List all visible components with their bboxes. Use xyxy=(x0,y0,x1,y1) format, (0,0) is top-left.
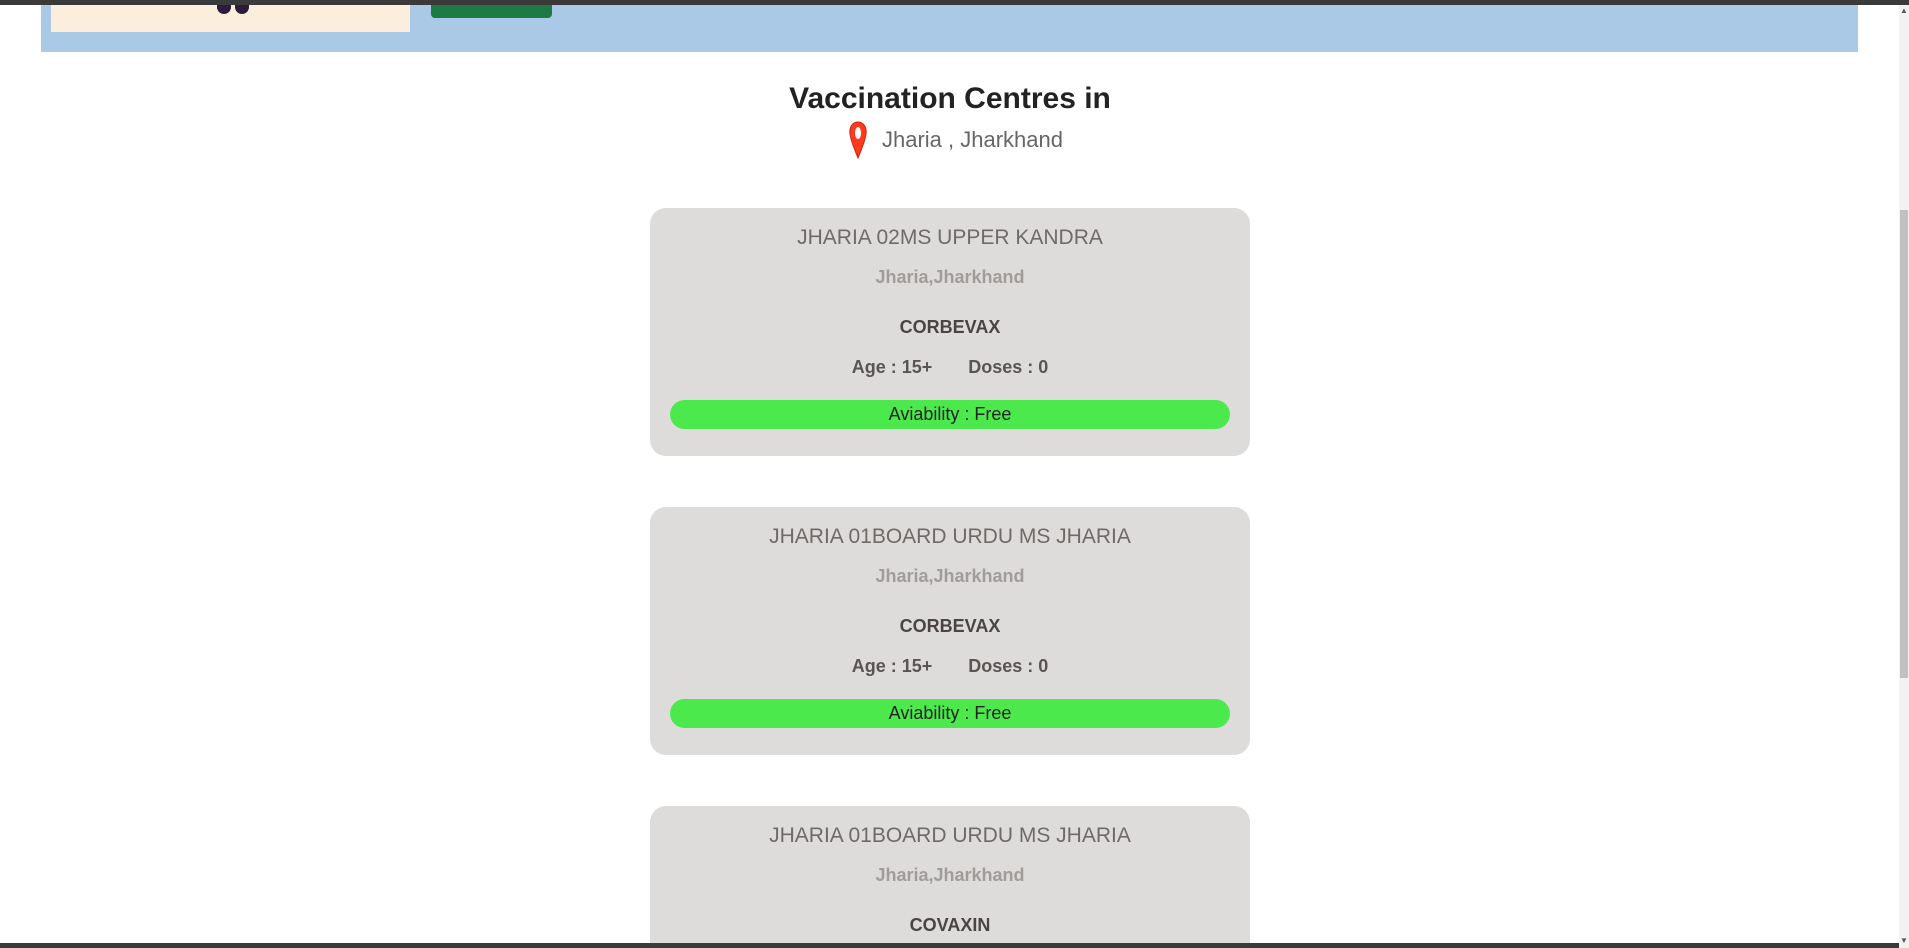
age-limit: Age : 15+ xyxy=(851,357,933,377)
centre-meta: Age : 15+ Doses : 0 xyxy=(650,654,1250,678)
scroll-down-arrow-icon[interactable]: ▼ xyxy=(1899,936,1909,946)
centre-card: JHARIA 02MS UPPER KANDRA Jharia,Jharkhan… xyxy=(650,208,1250,456)
decoration-icon xyxy=(217,5,231,14)
vaccine-name: COVAXIN xyxy=(909,915,991,935)
centre-name: JHARIA 01BOARD URDU MS JHARIA xyxy=(769,525,1131,548)
dose-count: Doses : 0 xyxy=(968,357,1049,377)
decoration-icon xyxy=(235,5,249,14)
centre-meta: Age : 15+ Doses : 0 xyxy=(650,355,1250,379)
header-search-card xyxy=(51,5,410,32)
centre-name: JHARIA 02MS UPPER KANDRA xyxy=(797,226,1103,249)
vaccine-name: CORBEVAX xyxy=(899,317,1001,337)
location-text: Jharia , Jharkhand xyxy=(882,127,1063,152)
availability-badge[interactable]: Aviability : Free xyxy=(670,699,1230,728)
centre-address: Jharia,Jharkhand xyxy=(875,267,1025,287)
vaccine-name: CORBEVAX xyxy=(899,616,1001,636)
centre-name: JHARIA 01BOARD URDU MS JHARIA xyxy=(769,824,1131,847)
page-title: Vaccination Centres in xyxy=(789,82,1111,115)
age-limit: Age : 15+ xyxy=(851,656,933,676)
header-banner xyxy=(41,5,1858,52)
dose-count: Doses : 0 xyxy=(968,656,1049,676)
availability-badge[interactable]: Aviability : Free xyxy=(670,400,1230,429)
map-pin-icon xyxy=(849,121,867,160)
location-line: Jharia , Jharkhand xyxy=(848,120,1063,160)
centre-address: Jharia,Jharkhand xyxy=(875,865,1025,885)
centre-card: JHARIA 01BOARD URDU MS JHARIA Jharia,Jha… xyxy=(650,806,1250,948)
window-bottom-border xyxy=(0,943,1899,948)
centre-card: JHARIA 01BOARD URDU MS JHARIA Jharia,Jha… xyxy=(650,507,1250,755)
header-action-button[interactable] xyxy=(431,5,552,18)
scroll-up-arrow-icon[interactable]: ▲ xyxy=(1899,6,1909,16)
centre-address: Jharia,Jharkhand xyxy=(875,566,1025,586)
scrollbar-thumb[interactable] xyxy=(1900,210,1908,678)
